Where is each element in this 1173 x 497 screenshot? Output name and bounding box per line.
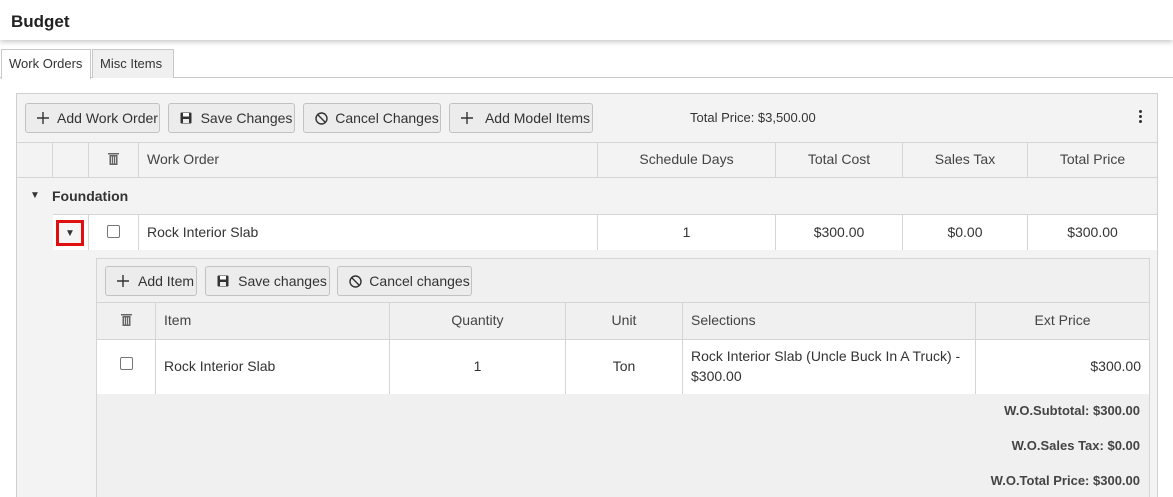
page-title: Budget: [11, 12, 70, 31]
tab-misc-items[interactable]: Misc Items: [92, 49, 174, 78]
add-model-items-label: Add Model Items: [484, 110, 591, 126]
expand-row-button[interactable]: ▼: [56, 220, 84, 246]
add-item-button[interactable]: Add Item: [105, 266, 197, 296]
unit-cell[interactable]: Ton: [565, 340, 682, 394]
schedule-days-column-header[interactable]: Schedule Days: [597, 143, 775, 178]
total-price-cell[interactable]: $300.00: [1027, 215, 1157, 250]
selections-cell[interactable]: Rock Interior Slab (Uncle Buck In A Truc…: [682, 340, 975, 394]
caret-down-icon: ▼: [65, 227, 75, 239]
add-item-label: Add Item: [137, 273, 195, 289]
save-icon: [179, 104, 193, 132]
group-row-foundation[interactable]: ▼ Foundation: [17, 178, 1157, 214]
detail-column-header: Item Quantity Unit Selections Ext Price: [97, 302, 1149, 340]
cancel-icon: [348, 267, 362, 295]
trash-icon[interactable]: [108, 144, 119, 177]
plus-icon: [460, 104, 474, 132]
wo-total-price: W.O.Total Price: $300.00: [990, 473, 1140, 488]
cancel-changes-detail-label: Cancel changes: [369, 273, 470, 289]
quantity-column-header[interactable]: Quantity: [389, 303, 565, 340]
item-column-header[interactable]: Item: [155, 303, 389, 340]
total-price-column-header[interactable]: Total Price: [1027, 143, 1157, 178]
grid-column-header: Work Order Schedule Days Total Cost Sale…: [17, 142, 1157, 178]
add-work-order-label: Add Work Order: [57, 110, 158, 126]
wo-subtotal: W.O.Subtotal: $300.00: [1004, 403, 1140, 418]
work-order-column-header[interactable]: Work Order: [138, 143, 597, 178]
add-model-items-button[interactable]: Add Model Items: [449, 103, 593, 133]
delete-column-header: [88, 143, 138, 178]
detail-delete-column-header: [97, 303, 155, 340]
row-select-cell: [88, 215, 138, 250]
schedule-days-cell[interactable]: 1: [597, 215, 775, 250]
cancel-changes-detail-button[interactable]: Cancel changes: [337, 266, 472, 296]
quantity-cell[interactable]: 1: [389, 340, 565, 394]
save-changes-label: Save Changes: [200, 110, 293, 126]
save-changes-button[interactable]: Save Changes: [168, 103, 295, 133]
unit-column-header[interactable]: Unit: [565, 303, 682, 340]
item-row: Rock Interior Slab 1 Ton Rock Interior S…: [97, 340, 1149, 394]
selections-line-2: $300.00: [691, 368, 742, 384]
work-order-detail-panel: Add Item Save changes Cancel changes Ite…: [96, 258, 1150, 497]
plus-icon: [36, 104, 50, 132]
work-order-name-cell[interactable]: Rock Interior Slab: [138, 215, 597, 250]
grid-total-price: Total Price: $3,500.00: [690, 110, 816, 125]
add-work-order-button[interactable]: Add Work Order: [25, 103, 160, 133]
sales-tax-cell[interactable]: $0.00: [902, 215, 1027, 250]
wo-sales-tax: W.O.Sales Tax: $0.00: [1011, 438, 1140, 453]
total-cost-cell[interactable]: $300.00: [775, 215, 902, 250]
collapse-arrow-icon[interactable]: ▼: [30, 190, 40, 201]
plus-icon: [116, 267, 130, 295]
tab-bar: Work Orders Misc Items: [0, 49, 1173, 79]
selections-column-header[interactable]: Selections: [682, 303, 975, 340]
total-cost-column-header[interactable]: Total Cost: [775, 143, 902, 178]
cancel-icon: [314, 104, 328, 132]
cancel-changes-label: Cancel Changes: [335, 110, 439, 126]
ext-price-column-header[interactable]: Ext Price: [975, 303, 1149, 340]
group-name: Foundation: [52, 188, 129, 204]
save-changes-detail-label: Save changes: [238, 273, 327, 289]
cancel-changes-button[interactable]: Cancel Changes: [303, 103, 441, 133]
sales-tax-column-header[interactable]: Sales Tax: [902, 143, 1027, 178]
work-order-row: ▼ Rock Interior Slab 1 $300.00 $0.00 $30…: [53, 214, 1157, 250]
save-changes-detail-button[interactable]: Save changes: [205, 266, 330, 296]
expand-column-header: [52, 143, 88, 178]
row-checkbox[interactable]: [107, 225, 120, 238]
trash-icon[interactable]: [120, 304, 132, 339]
save-icon: [216, 267, 230, 295]
tab-work-orders[interactable]: Work Orders: [1, 49, 91, 79]
item-select-cell: [97, 340, 155, 394]
item-name-cell[interactable]: Rock Interior Slab: [155, 340, 389, 394]
page-header: Budget: [0, 0, 1173, 40]
item-checkbox[interactable]: [119, 357, 133, 370]
more-options-icon[interactable]: [1134, 108, 1146, 128]
work-orders-grid: Add Work Order Save Changes Cancel Chang…: [16, 93, 1158, 497]
selections-line-1: Rock Interior Slab (Uncle Buck In A Truc…: [691, 348, 961, 364]
ext-price-cell[interactable]: $300.00: [975, 340, 1149, 394]
